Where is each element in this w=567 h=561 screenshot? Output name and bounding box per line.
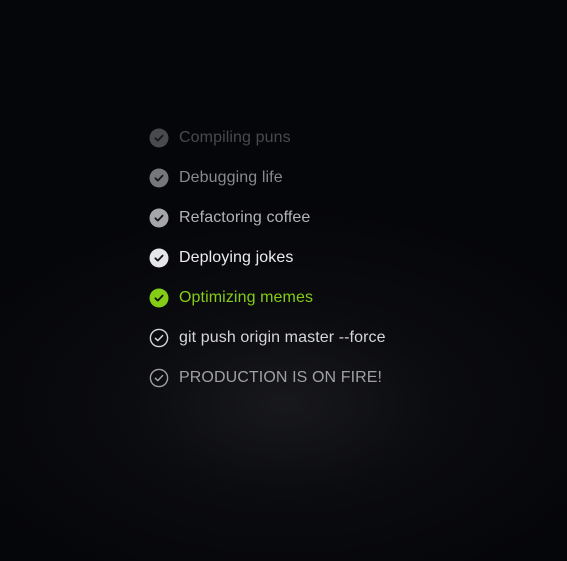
task-item: Debugging life xyxy=(149,168,386,188)
task-label: PRODUCTION IS ON FIRE! xyxy=(179,369,383,386)
task-label: Refactoring coffee xyxy=(179,209,311,226)
check-circle-filled-icon xyxy=(149,208,169,228)
task-item: git push origin master --force xyxy=(149,328,386,348)
task-label: Optimizing memes xyxy=(179,289,314,306)
task-item: PRODUCTION IS ON FIRE! xyxy=(149,368,386,388)
task-item: Compiling puns xyxy=(149,128,386,148)
task-item: Deploying jokes xyxy=(149,248,386,268)
task-item: Optimizing memes xyxy=(149,288,386,308)
task-item: Refactoring coffee xyxy=(149,208,386,228)
task-label: Deploying jokes xyxy=(179,249,294,266)
check-circle-filled-icon xyxy=(149,288,169,308)
task-list: Compiling puns Debugging life Refactoring … xyxy=(149,128,386,388)
task-label: Debugging life xyxy=(179,169,283,186)
check-circle-filled-icon xyxy=(149,248,169,268)
task-label: Compiling puns xyxy=(179,129,291,146)
task-label: git push origin master --force xyxy=(179,329,386,346)
check-circle-filled-icon xyxy=(149,168,169,188)
check-circle-outline-icon xyxy=(149,368,169,388)
check-circle-filled-icon xyxy=(149,128,169,148)
check-circle-outline-icon xyxy=(149,328,169,348)
